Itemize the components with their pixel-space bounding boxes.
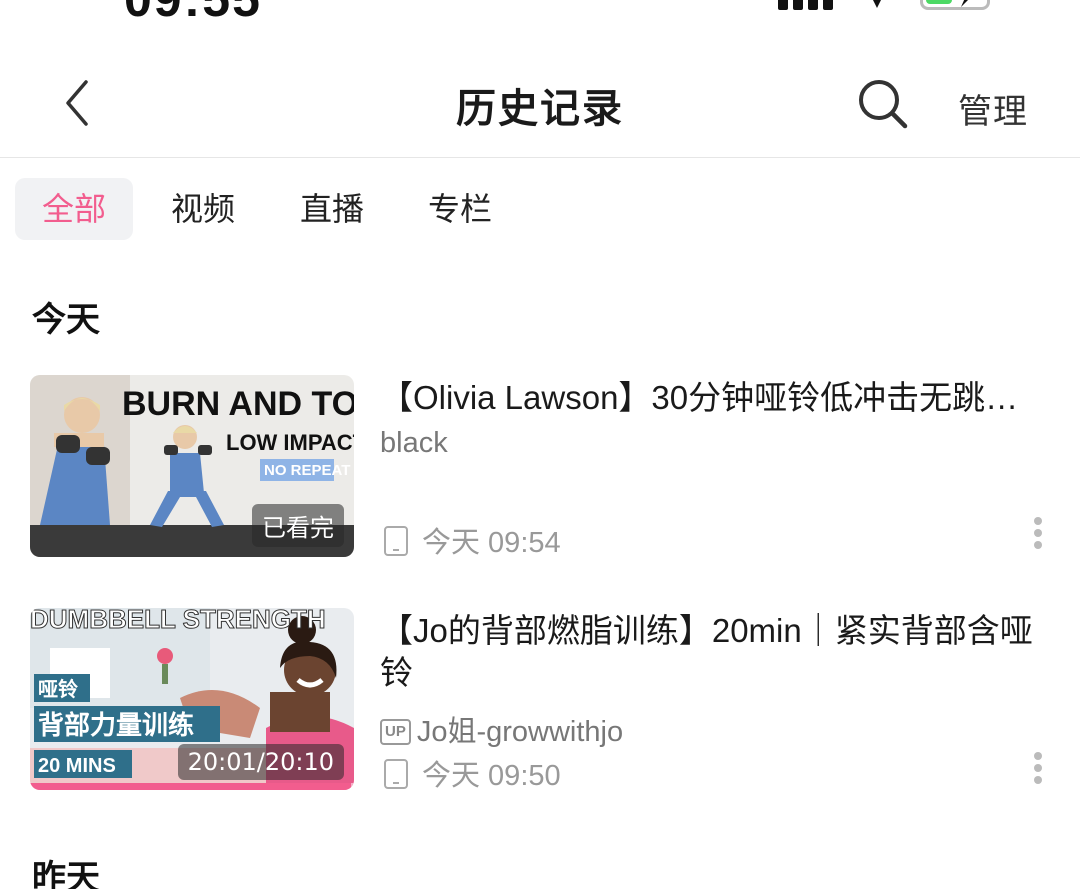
author-name[interactable]: black xyxy=(380,427,448,460)
section-yesterday: 昨天 xyxy=(32,858,100,889)
watch-time-text: 今天 09:54 xyxy=(422,527,561,559)
section-today: 今天 xyxy=(32,300,100,340)
thumb-text-4: 20 MINS xyxy=(38,755,116,777)
thumb-text-1: DUMBBELL STRENGTH xyxy=(30,608,326,634)
manage-button[interactable]: 管理 xyxy=(958,84,1028,133)
history-item[interactable]: DUMBBELL STRENGTH 哑铃 背部力量训练 20 MINS 20:0… xyxy=(0,608,1080,798)
status-bar: 09:55 xyxy=(0,0,1080,30)
tablet-icon xyxy=(384,526,408,556)
watch-time: 今天 09:50 xyxy=(380,752,561,794)
thumb-text-2: LOW IMPACT xyxy=(226,430,354,455)
tab-video[interactable]: 视频 xyxy=(158,178,248,240)
watch-progress-bar xyxy=(30,783,354,790)
author-name-text: Jo姐-growwithjo xyxy=(416,716,624,748)
status-time: 09:55 xyxy=(124,0,262,28)
tab-all[interactable]: 全部 xyxy=(15,178,133,240)
search-button[interactable] xyxy=(855,76,909,130)
tab-column[interactable]: 专栏 xyxy=(415,178,505,240)
thumb-text-1: BURN AND TONE xyxy=(122,385,354,423)
watch-time: 今天 09:54 xyxy=(380,519,561,561)
video-thumbnail[interactable]: DUMBBELL STRENGTH 哑铃 背部力量训练 20 MINS 20:0… xyxy=(30,608,354,790)
watched-badge: 已看完 xyxy=(252,504,344,547)
video-title[interactable]: 【Olivia Lawson】30分钟哑铃低冲击无跳跃全身燃脂力量训练 xyxy=(380,377,1050,419)
thumb-text-2: 哑铃 xyxy=(38,677,78,701)
battery-icon xyxy=(920,0,990,10)
thumb-text-3: NO REPEAT xyxy=(264,462,350,479)
history-page: 09:55 历史记录 管理 xyxy=(0,0,1080,889)
watch-time-text: 今天 09:50 xyxy=(422,760,561,792)
page-title: 历史记录 xyxy=(456,86,624,132)
signal-icon xyxy=(778,0,838,10)
up-badge: UP xyxy=(380,719,411,745)
nav-bar: 历史记录 管理 xyxy=(0,48,1080,158)
progress-badge: 20:01/20:10 xyxy=(177,744,344,780)
video-title[interactable]: 【Jo的背部燃脂训练】20min｜紧实背部含哑铃 xyxy=(380,610,1050,694)
tablet-icon xyxy=(384,759,408,789)
history-item[interactable]: BURN AND TONE LOW IMPACT NO REPEAT 已看完 【… xyxy=(0,375,1080,565)
more-button[interactable] xyxy=(1026,517,1050,557)
thumb-text-3: 背部力量训练 xyxy=(38,710,194,741)
search-icon xyxy=(859,80,908,129)
wifi-icon xyxy=(873,0,881,8)
tab-live[interactable]: 直播 xyxy=(287,178,377,240)
author-name[interactable]: UP Jo姐-growwithjo xyxy=(380,708,623,750)
more-button[interactable] xyxy=(1026,752,1050,792)
video-thumbnail[interactable]: BURN AND TONE LOW IMPACT NO REPEAT 已看完 xyxy=(30,375,354,557)
filter-tabs: 全部 视频 直播 专栏 xyxy=(0,178,1080,242)
